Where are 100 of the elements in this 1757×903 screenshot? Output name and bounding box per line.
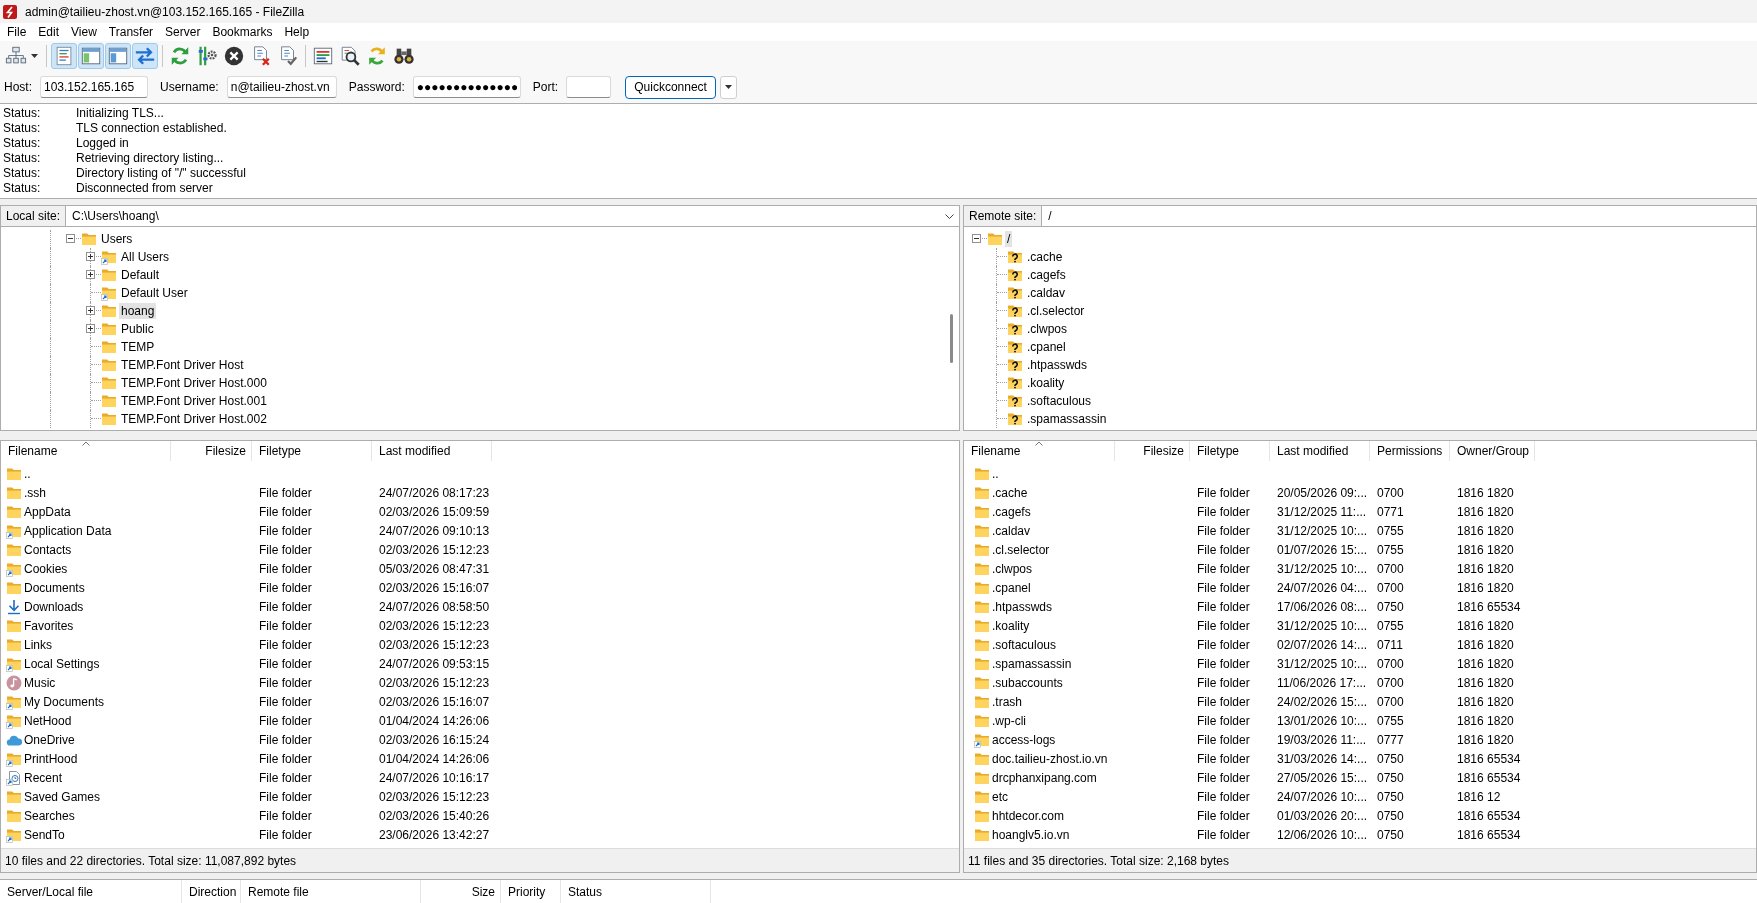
- file-name[interactable]: My Documents: [24, 694, 105, 709]
- file-name[interactable]: Links: [24, 637, 52, 652]
- scrollbar-thumb[interactable]: [950, 314, 953, 363]
- tree-item[interactable]: .cache: [1025, 249, 1065, 265]
- username-field[interactable]: n@tailieu-zhost.vn: [226, 76, 337, 98]
- host-field[interactable]: 103.152.165.165: [40, 76, 148, 98]
- menu-item[interactable]: File: [1, 24, 33, 40]
- menu-item[interactable]: View: [65, 24, 103, 40]
- plus-box-icon[interactable]: [86, 270, 95, 279]
- tree-item[interactable]: .spamassassin: [1025, 411, 1109, 427]
- file-name[interactable]: .wp-cli: [992, 713, 1026, 728]
- tree-item[interactable]: .cagefs: [1025, 267, 1068, 283]
- file-name[interactable]: Searches: [24, 808, 75, 823]
- menu-item[interactable]: Transfer: [102, 24, 160, 40]
- column-header[interactable]: Owner/Group: [1450, 441, 1535, 461]
- site-path-field[interactable]: /: [1042, 205, 1757, 227]
- file-name[interactable]: PrintHood: [24, 751, 78, 766]
- transfer-queue-toggle[interactable]: [132, 43, 158, 69]
- file-name[interactable]: Recent: [24, 770, 63, 785]
- column-header[interactable]: Filesize: [1115, 441, 1190, 461]
- file-name[interactable]: hhtdecor.com: [992, 808, 1065, 823]
- tree-item[interactable]: .koality: [1025, 375, 1067, 391]
- tree-item[interactable]: /: [1005, 231, 1013, 247]
- file-name[interactable]: doc.tailieu-zhost.io.vn: [992, 751, 1108, 766]
- tree-item[interactable]: All Users: [119, 249, 171, 265]
- menu-item[interactable]: Help: [278, 24, 316, 40]
- tree-item[interactable]: .cl.selector: [1025, 303, 1087, 319]
- file-name[interactable]: Local Settings: [24, 656, 100, 671]
- tree-item[interactable]: Default: [119, 267, 162, 283]
- file-name[interactable]: Contacts: [24, 542, 72, 557]
- site-path-field[interactable]: C:\Users\hoang\: [66, 205, 960, 227]
- column-header[interactable]: Priority: [501, 880, 561, 903]
- column-header[interactable]: Filesize: [171, 441, 252, 461]
- menu-item[interactable]: Bookmarks: [206, 24, 279, 40]
- tree-item[interactable]: TEMP.Font Driver Host.001: [119, 393, 269, 409]
- password-field[interactable]: ●●●●●●●●●●●●●●: [412, 76, 521, 98]
- minus-box-icon[interactable]: [972, 234, 981, 243]
- tree-item[interactable]: Users: [99, 231, 135, 247]
- file-name[interactable]: AppData: [24, 504, 71, 519]
- tree-item[interactable]: hoang: [119, 303, 157, 319]
- tree-item[interactable]: TEMP.Font Driver Host: [119, 357, 246, 373]
- plus-box-icon[interactable]: [86, 324, 95, 333]
- column-header[interactable]: Last modified: [372, 441, 492, 461]
- tree-item[interactable]: TEMP.Font Driver Host.000: [119, 375, 269, 391]
- remote-tree-toggle[interactable]: [105, 43, 131, 69]
- file-name[interactable]: Downloads: [24, 599, 84, 614]
- file-name[interactable]: .cache: [992, 485, 1028, 500]
- file-name[interactable]: .cl.selector: [992, 542, 1050, 557]
- column-header[interactable]: Permissions: [1370, 441, 1450, 461]
- file-name[interactable]: .cagefs: [992, 504, 1031, 519]
- column-header[interactable]: Filename: [1, 441, 171, 461]
- file-name[interactable]: .subaccounts: [992, 675, 1063, 690]
- tree-item[interactable]: Public: [119, 321, 156, 337]
- file-name[interactable]: .cpanel: [992, 580, 1031, 595]
- file-name[interactable]: ..: [24, 466, 31, 481]
- plus-box-icon[interactable]: [86, 306, 95, 315]
- file-name[interactable]: hoanglv5.io.vn: [992, 827, 1070, 842]
- file-name[interactable]: .htpasswds: [992, 599, 1053, 614]
- file-name[interactable]: NetHood: [24, 713, 72, 728]
- column-header[interactable]: Remote file: [241, 880, 421, 903]
- file-name[interactable]: Documents: [24, 580, 85, 595]
- file-name[interactable]: OneDrive: [24, 732, 75, 747]
- file-name[interactable]: Favorites: [24, 618, 74, 633]
- port-field[interactable]: [566, 76, 612, 98]
- column-header[interactable]: Status: [561, 880, 711, 903]
- tree-item[interactable]: Default User: [119, 285, 190, 301]
- tree-item[interactable]: .cpanel: [1025, 339, 1068, 355]
- file-name[interactable]: SendTo: [24, 827, 65, 842]
- file-name[interactable]: .spamassassin: [992, 656, 1072, 671]
- file-name[interactable]: .koality: [992, 618, 1030, 633]
- tree-item[interactable]: .softaculous: [1025, 393, 1094, 409]
- column-header[interactable]: Filetype: [1190, 441, 1270, 461]
- tree-item[interactable]: TEMP.Font Driver Host.002: [119, 411, 269, 427]
- quickconnect-button[interactable]: Quickconnect: [625, 75, 717, 99]
- minus-box-icon[interactable]: [66, 234, 75, 243]
- file-name[interactable]: .trash: [992, 694, 1022, 709]
- tree-item[interactable]: .htpasswds: [1025, 357, 1090, 373]
- file-name[interactable]: Music: [24, 675, 56, 690]
- column-header[interactable]: Filename: [964, 441, 1115, 461]
- file-name[interactable]: ..: [992, 466, 999, 481]
- plus-box-icon[interactable]: [86, 252, 95, 261]
- column-header[interactable]: Direction: [182, 880, 241, 903]
- menu-item[interactable]: Server: [159, 24, 207, 40]
- column-header[interactable]: Server/Local file: [0, 880, 182, 903]
- column-header[interactable]: Size: [421, 880, 501, 903]
- file-name[interactable]: .softaculous: [992, 637, 1057, 652]
- message-log-toggle[interactable]: [51, 43, 77, 69]
- quickconnect-dropdown-button[interactable]: [720, 75, 738, 99]
- file-name[interactable]: access-logs: [992, 732, 1056, 747]
- tree-item[interactable]: TEMP: [119, 339, 157, 355]
- column-header[interactable]: Filetype: [252, 441, 372, 461]
- column-header[interactable]: Last modified: [1270, 441, 1370, 461]
- tree-item[interactable]: .clwpos: [1025, 321, 1069, 337]
- file-name[interactable]: Saved Games: [24, 789, 101, 804]
- file-name[interactable]: .clwpos: [992, 561, 1032, 576]
- tree-item[interactable]: .caldav: [1025, 285, 1068, 301]
- file-name[interactable]: Application Data: [24, 523, 112, 538]
- file-name[interactable]: Cookies: [24, 561, 68, 576]
- file-name[interactable]: drcphanxipang.com: [992, 770, 1097, 785]
- local-tree-toggle[interactable]: [78, 43, 104, 69]
